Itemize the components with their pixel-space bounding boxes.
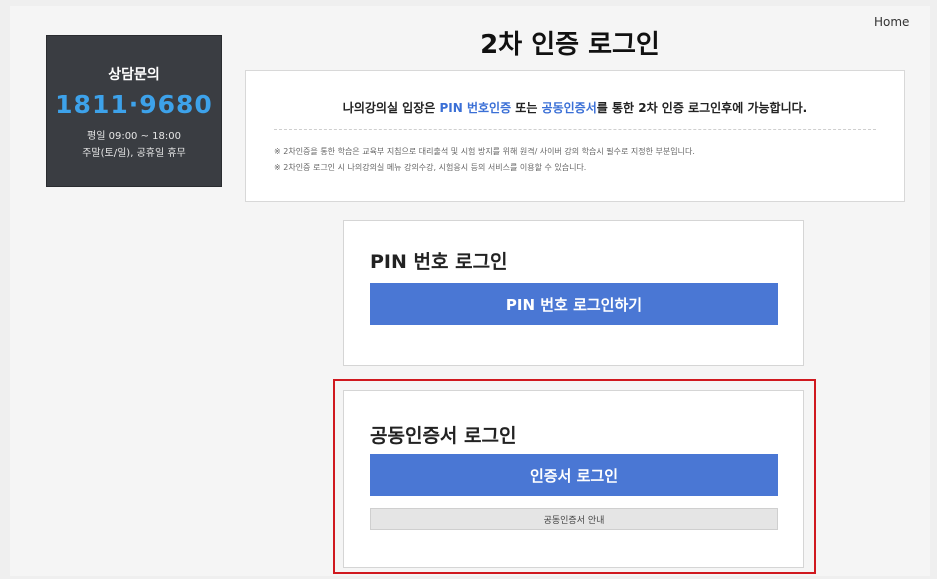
contact-phone: 1811·9680 xyxy=(55,90,213,119)
notice-divider xyxy=(274,129,876,130)
notice-mid: 또는 xyxy=(511,101,542,115)
pin-login-button[interactable]: PIN 번호 로그인하기 xyxy=(370,283,778,325)
home-link[interactable]: Home xyxy=(874,15,909,29)
cert-login-card: 공동인증서 로그인 인증서 로그인 공동인증서 안내 xyxy=(343,390,804,568)
cert-login-button[interactable]: 인증서 로그인 xyxy=(370,454,778,496)
contact-closed-days: 주말(토/일), 공휴일 휴무 xyxy=(82,148,186,159)
contact-hours: 평일 09:00 ~ 18:00 xyxy=(87,131,181,142)
notice-prefix: 나의강의실 입장은 xyxy=(342,101,440,115)
pin-login-card: PIN 번호 로그인 PIN 번호 로그인하기 xyxy=(343,220,804,366)
notice-note-1: ※ 2차인증을 통한 학습은 교육부 지침으로 대리출석 및 시험 방지를 위해… xyxy=(274,147,695,156)
notice-box: 나의강의실 입장은 PIN 번호인증 또는 공동인증서를 통한 2차 인증 로그… xyxy=(245,70,905,202)
contact-label: 상담문의 xyxy=(108,67,160,83)
contact-panel: 상담문의 1811·9680 평일 09:00 ~ 18:00 주말(토/일),… xyxy=(46,35,222,187)
notice-pin-highlight: PIN 번호인증 xyxy=(439,101,512,115)
page-title: 2차 인증 로그인 xyxy=(480,30,660,60)
notice-suffix: 를 통한 2차 인증 로그인후에 가능합니다. xyxy=(596,101,808,115)
cert-login-title: 공동인증서 로그인 xyxy=(370,425,517,447)
cert-guide-button[interactable]: 공동인증서 안내 xyxy=(370,508,778,530)
notice-cert-highlight: 공동인증서 xyxy=(541,101,597,115)
notice-main-text: 나의강의실 입장은 PIN 번호인증 또는 공동인증서를 통한 2차 인증 로그… xyxy=(246,99,904,116)
notice-note-2: ※ 2차인증 로그인 시 나의강의실 메뉴 강의수강, 시험응시 등의 서비스를… xyxy=(274,163,587,172)
pin-login-title: PIN 번호 로그인 xyxy=(370,251,508,273)
